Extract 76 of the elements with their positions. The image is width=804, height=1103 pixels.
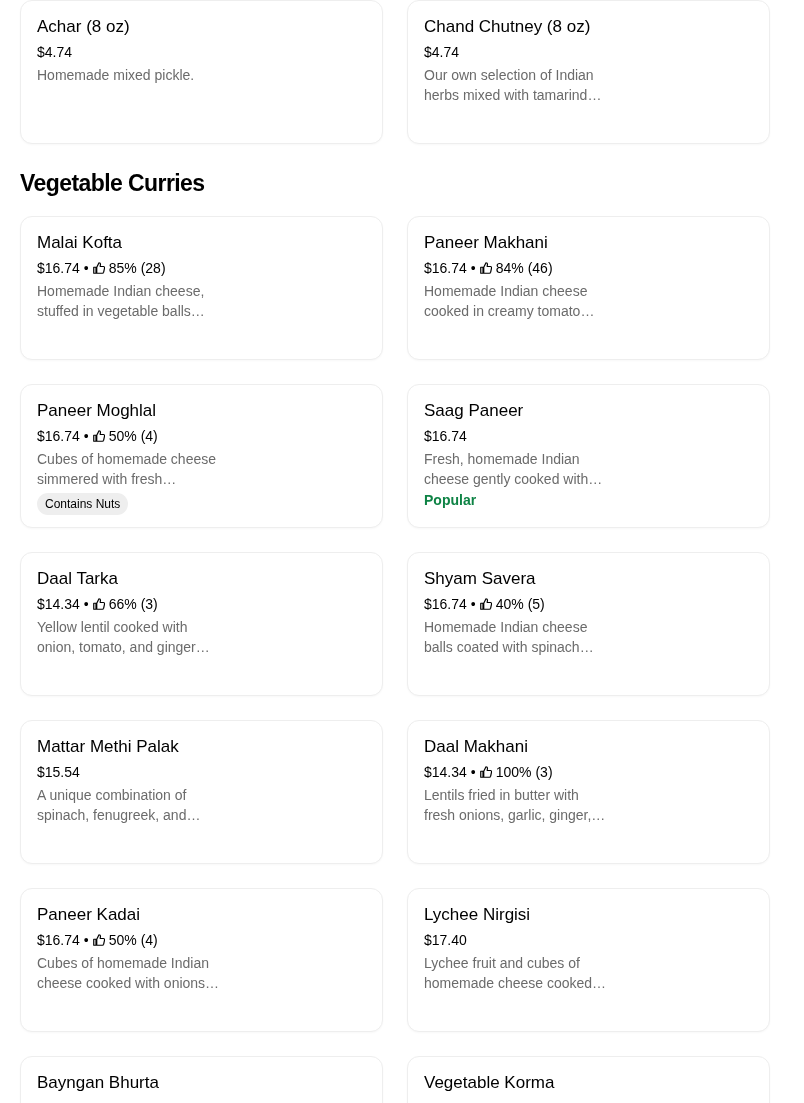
- item-name: Paneer Kadai: [37, 904, 141, 926]
- item-description: Cubes of homemade cheese simmered with fresh…: [37, 450, 217, 489]
- item-rating: 40% (5): [495, 595, 545, 614]
- item-description: Homemade Indian cheese cooked in creamy tomato…: [424, 282, 596, 321]
- menu-item-card[interactable]: Mattar Methi Palak $15.54 A unique combination of spinach, fenugreek, and…: [20, 720, 383, 864]
- thumbs-up-icon: [92, 262, 105, 274]
- item-name: Daal Makhani: [424, 736, 528, 758]
- item-rating: 84% (46): [495, 259, 553, 278]
- item-name: Paneer Makhani: [424, 232, 548, 254]
- section-heading: Vegetable Curries: [20, 169, 206, 197]
- item-price: $14.34: [37, 595, 80, 614]
- item-price: $15.54: [37, 763, 80, 782]
- separator: •: [83, 259, 89, 278]
- item-description: Lychee fruit and cubes of homemade cheese cooked…: [424, 954, 608, 993]
- item-price: $16.74: [37, 931, 80, 950]
- item-description: Homemade Indian cheese balls coated with spinach…: [424, 618, 595, 657]
- item-price: $16.74: [37, 259, 80, 278]
- separator: •: [83, 427, 89, 446]
- item-name: Mattar Methi Palak: [37, 736, 179, 758]
- item-name: Chand Chutney (8 oz): [424, 16, 591, 38]
- item-price: $16.74: [424, 595, 467, 614]
- item-rating: 85% (28): [108, 259, 166, 278]
- menu-item-card[interactable]: Paneer Moghlal $16.74 • 50% (4) Cubes of homemade cheese simmered with fresh… Contains Nuts: [20, 384, 383, 528]
- menu-item-card[interactable]: Vegetable Korma: [407, 1056, 770, 1103]
- thumbs-up-icon: [92, 598, 105, 610]
- item-price: $16.74: [37, 427, 80, 446]
- item-rating: 66% (3): [108, 595, 158, 614]
- item-description: Homemade mixed pickle.: [37, 66, 196, 85]
- menu-item-card[interactable]: Chand Chutney (8 oz) $4.74 Our own selection of Indian herbs mixed with tamarind…: [407, 0, 770, 144]
- item-price: $16.74: [424, 259, 467, 278]
- item-name: Achar (8 oz): [37, 16, 130, 38]
- menu-item-card[interactable]: Saag Paneer $16.74 Fresh, homemade Indian cheese gently cooked with… Popular: [407, 384, 770, 528]
- menu-item-card[interactable]: Achar (8 oz) $4.74 Homemade mixed pickle.: [20, 0, 383, 144]
- item-rating: 50% (4): [108, 427, 158, 446]
- menu-item-card[interactable]: Shyam Savera $16.74 • 40% (5) Homemade Indian cheese balls coated with spinach…: [407, 552, 770, 696]
- item-rating: 100% (3): [495, 763, 553, 782]
- separator: •: [83, 931, 89, 950]
- item-rating: 50% (4): [108, 931, 158, 950]
- menu-item-card[interactable]: Daal Tarka $14.34 • 66% (3) Yellow lentil cooked with onion, tomato, and ginger…: [20, 552, 383, 696]
- thumbs-up-icon: [92, 934, 105, 946]
- item-name: Paneer Moghlal: [37, 400, 157, 422]
- menu-item-card[interactable]: Lychee Nirgisi $17.40 Lychee fruit and cubes of homemade cheese cooked…: [407, 888, 770, 1032]
- item-price: $4.74: [37, 43, 73, 62]
- item-description: Our own selection of Indian herbs mixed with tamarind…: [424, 66, 603, 105]
- separator: •: [83, 595, 89, 614]
- menu-item-card[interactable]: Bayngan Bhurta: [20, 1056, 383, 1103]
- item-price: $4.74: [424, 43, 460, 62]
- item-name: Lychee Nirgisi: [424, 904, 531, 926]
- menu-item-card[interactable]: Daal Makhani $14.34 • 100% (3) Lentils fried in butter with fresh onions, garlic, ginger,…: [407, 720, 770, 864]
- thumbs-up-icon: [92, 430, 105, 442]
- item-name: Bayngan Bhurta: [37, 1072, 159, 1094]
- separator: •: [470, 259, 476, 278]
- dietary-tag: Contains Nuts: [37, 493, 129, 515]
- item-price: $16.74: [424, 427, 467, 446]
- menu-item-card[interactable]: Paneer Kadai $16.74 • 50% (4) Cubes of homemade Indian cheese cooked with onions…: [20, 888, 383, 1032]
- menu-item-card[interactable]: Paneer Makhani $16.74 • 84% (46) Homemade Indian cheese cooked in creamy tomato…: [407, 216, 770, 360]
- item-description: Fresh, homemade Indian cheese gently cooked with…: [424, 450, 604, 489]
- item-description: Lentils fried in butter with fresh onions, garlic, ginger,…: [424, 786, 607, 825]
- item-name: Shyam Savera: [424, 568, 536, 590]
- item-price: $17.40: [424, 931, 467, 950]
- separator: •: [470, 763, 476, 782]
- thumbs-up-icon: [479, 598, 492, 610]
- separator: •: [470, 595, 476, 614]
- item-description: A unique combination of spinach, fenugreek, and…: [37, 786, 202, 825]
- item-description: Cubes of homemade Indian cheese cooked with onions…: [37, 954, 221, 993]
- popular-label: Popular: [424, 491, 477, 510]
- item-name: Malai Kofta: [37, 232, 123, 254]
- item-description: Homemade Indian cheese, stuffed in vegetable balls…: [37, 282, 206, 321]
- thumbs-up-icon: [479, 766, 492, 778]
- item-name: Vegetable Korma: [424, 1072, 555, 1094]
- item-name: Saag Paneer: [424, 400, 524, 422]
- thumbs-up-icon: [479, 262, 492, 274]
- item-price: $14.34: [424, 763, 467, 782]
- item-name: Daal Tarka: [37, 568, 118, 590]
- item-description: Yellow lentil cooked with onion, tomato, and ginger…: [37, 618, 211, 657]
- menu-item-card[interactable]: Malai Kofta $16.74 • 85% (28) Homemade Indian cheese, stuffed in vegetable balls…: [20, 216, 383, 360]
